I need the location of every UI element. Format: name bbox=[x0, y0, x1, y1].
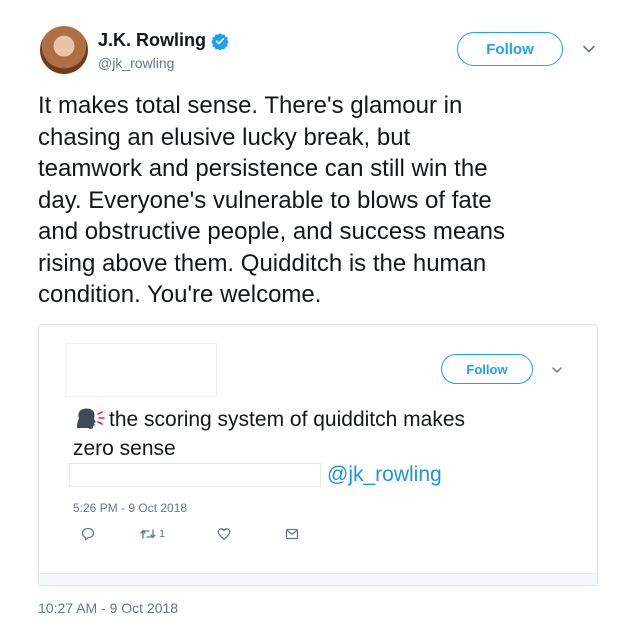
quoted-text-line2: zero sense bbox=[73, 437, 176, 460]
quoted-author-redacted bbox=[65, 343, 217, 397]
quoted-text-line1: the scoring system of quidditch makes bbox=[109, 408, 465, 431]
tweet-text: It makes total sense. There's glamour in… bbox=[38, 92, 505, 308]
quoted-redacted-text bbox=[69, 463, 321, 487]
quoted-timestamp[interactable]: 5:26 PM - 9 Oct 2018 bbox=[73, 501, 187, 515]
author-display-name[interactable]: J.K. Rowling bbox=[98, 30, 206, 51]
quoted-like-button[interactable] bbox=[217, 527, 231, 541]
reply-icon bbox=[81, 527, 95, 541]
quoted-mention-row: @jk_rowling bbox=[69, 463, 442, 487]
quoted-tweet-card[interactable]: Follow the scoring system of quidditch m… bbox=[38, 324, 598, 586]
retweet-count: 1 bbox=[159, 528, 166, 540]
author-name-row: J.K. Rowling bbox=[98, 30, 229, 51]
verified-badge-icon bbox=[211, 32, 229, 50]
quoted-mention-link[interactable]: @jk_rowling bbox=[327, 463, 442, 487]
quoted-chevron-down-icon[interactable] bbox=[551, 364, 563, 376]
follow-button[interactable]: Follow bbox=[457, 32, 563, 66]
quoted-tweet-text: the scoring system of quidditch makes ze… bbox=[73, 405, 573, 463]
quoted-follow-button[interactable]: Follow bbox=[441, 354, 533, 384]
quoted-dm-button[interactable] bbox=[285, 527, 299, 541]
author-avatar[interactable] bbox=[40, 26, 88, 74]
like-icon bbox=[217, 528, 231, 540]
chevron-down-icon[interactable] bbox=[582, 42, 596, 56]
author-handle[interactable]: @jk_rowling bbox=[98, 55, 174, 71]
direct-message-icon bbox=[285, 528, 299, 540]
quoted-retweet-button[interactable]: 1 bbox=[140, 527, 165, 541]
quoted-reply-button[interactable] bbox=[81, 527, 95, 541]
speaking-head-icon bbox=[77, 408, 105, 429]
tweet-timestamp[interactable]: 10:27 AM - 9 Oct 2018 bbox=[38, 600, 178, 616]
retweet-icon bbox=[140, 529, 156, 539]
quoted-card-footer bbox=[39, 573, 597, 585]
